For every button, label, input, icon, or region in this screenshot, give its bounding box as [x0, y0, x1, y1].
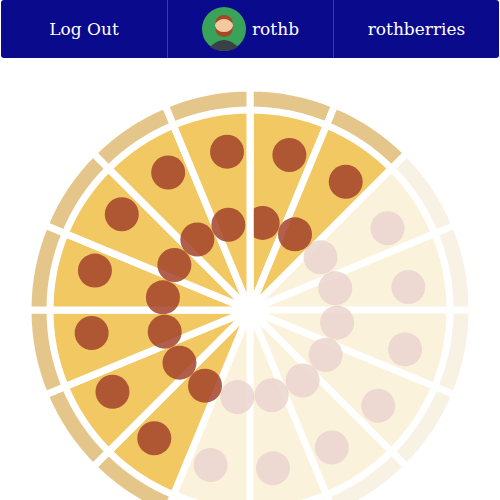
pepperoni-icon [151, 155, 185, 189]
pizza-slice[interactable] [93, 105, 250, 310]
pepperoni-icon [95, 375, 129, 409]
pepperoni-icon [320, 306, 354, 340]
nav-link[interactable]: rothberries [333, 0, 499, 58]
pepperoni-icon [105, 197, 139, 231]
pepperoni-icon [255, 378, 289, 412]
pepperoni-icon [315, 431, 349, 465]
pizza-slice[interactable] [250, 310, 407, 500]
pepperoni-icon [256, 451, 290, 485]
profile-link[interactable]: rothb [167, 0, 333, 58]
nav-link[interactable]: Log Out [1, 0, 167, 58]
pepperoni-icon [361, 389, 395, 423]
avatar-icon [202, 7, 246, 51]
pizza-slice[interactable] [45, 310, 250, 467]
pizza-icon [0, 58, 500, 500]
pepperoni-icon [78, 254, 112, 288]
pepperoni-icon [137, 421, 171, 455]
pepperoni-icon [211, 208, 245, 242]
pepperoni-icon [286, 364, 320, 398]
pizza-slice[interactable] [250, 153, 455, 310]
pepperoni-icon [329, 165, 363, 199]
pepperoni-icon [388, 332, 422, 366]
pepperoni-icon [278, 217, 312, 251]
pepperoni-icon [371, 211, 405, 245]
pepperoni-icon [220, 380, 254, 414]
pepperoni-icon [391, 270, 425, 304]
pizza-slice[interactable] [250, 310, 335, 500]
nav-label: Log Out [49, 19, 119, 39]
pizza-area [0, 58, 500, 500]
pepperoni-icon [75, 316, 109, 350]
pepperoni-icon [272, 138, 306, 172]
pepperoni-icon [194, 448, 228, 482]
pizza-slice[interactable] [250, 225, 472, 310]
pepperoni-icon [318, 271, 352, 305]
page: Log Out rothb rothberries [0, 0, 500, 500]
pepperoni-icon [309, 338, 343, 372]
nav-bar: Log Out rothb rothberries [1, 0, 499, 58]
pepperoni-icon [180, 222, 214, 256]
nav-label: rothb [252, 19, 299, 39]
pepperoni-icon [162, 346, 196, 380]
pizza-slice[interactable] [28, 310, 250, 395]
pepperoni-icon [304, 240, 338, 274]
pepperoni-icon [146, 280, 180, 314]
pepperoni-icon [148, 315, 182, 349]
pepperoni-icon [157, 248, 191, 282]
pepperoni-icon [188, 369, 222, 403]
pepperoni-icon [210, 135, 244, 169]
pizza-slice[interactable] [165, 88, 250, 310]
nav-label: rothberries [368, 19, 466, 39]
